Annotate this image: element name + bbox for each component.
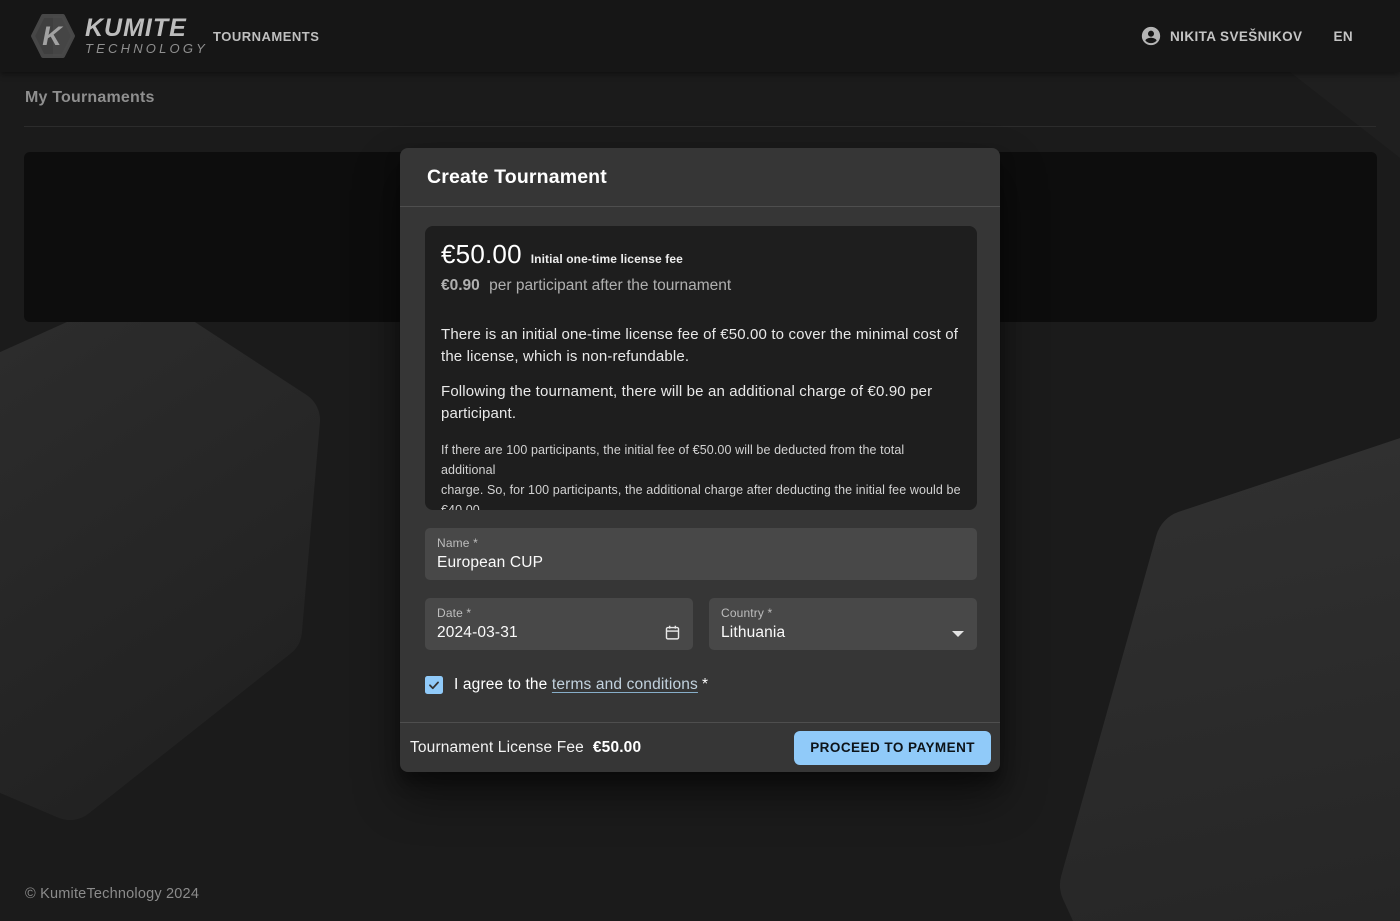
create-tournament-modal: Create Tournament €50.00 Initial one-tim… bbox=[400, 148, 1000, 772]
nav-item-tournaments[interactable]: TOURNAMENTS bbox=[213, 0, 319, 72]
modal-footer: Tournament License Fee €50.00 PROCEED TO… bbox=[400, 722, 1000, 772]
terms-checkbox[interactable] bbox=[425, 676, 443, 694]
required-asterisk: * bbox=[702, 676, 708, 693]
initial-fee-amount: €50.00 bbox=[441, 239, 522, 270]
terms-agreement-prefix: I agree to the bbox=[454, 676, 552, 693]
chevron-down-icon bbox=[952, 631, 964, 637]
nav-item-label: TOURNAMENTS bbox=[213, 29, 319, 44]
brand-wordmark: KUMITE TECHNOLOGY bbox=[85, 16, 208, 57]
date-field[interactable]: Date * 2024-03-31 bbox=[425, 598, 693, 650]
per-participant-amount: €0.90 bbox=[441, 277, 480, 294]
license-fee-value: €50.00 bbox=[593, 739, 641, 757]
fee-paragraph-2: Following the tournament, there will be … bbox=[441, 381, 961, 425]
name-field-label: Name * bbox=[437, 536, 478, 550]
brand-logo[interactable]: K KUMITE TECHNOLOGY bbox=[30, 13, 208, 59]
name-field[interactable]: Name * European CUP bbox=[425, 528, 977, 580]
page-title: My Tournaments bbox=[25, 89, 155, 107]
initial-fee-caption: Initial one-time license fee bbox=[531, 252, 683, 266]
license-fee-info-box: €50.00 Initial one-time license fee €0.9… bbox=[425, 226, 977, 510]
terms-and-conditions-link[interactable]: terms and conditions bbox=[552, 676, 698, 693]
name-field-value: European CUP bbox=[437, 554, 543, 572]
country-select-value: Lithuania bbox=[721, 624, 785, 642]
calendar-icon[interactable] bbox=[664, 624, 681, 641]
user-avatar-icon bbox=[1140, 25, 1162, 47]
country-select[interactable]: Country * Lithuania bbox=[709, 598, 977, 650]
brand-hexagon-icon: K bbox=[30, 13, 76, 59]
tournament-license-fee: Tournament License Fee €50.00 bbox=[409, 739, 641, 757]
background-hexagon-left bbox=[0, 322, 290, 790]
date-field-value: 2024-03-31 bbox=[437, 624, 518, 642]
navbar-right: NIKITA SVEŠNIKOV EN bbox=[1140, 0, 1353, 72]
modal-header: Create Tournament bbox=[400, 148, 1000, 207]
per-participant-caption: per participant after the tournament bbox=[489, 277, 731, 294]
license-fee-label: Tournament License Fee bbox=[410, 739, 584, 757]
checkmark-icon bbox=[427, 678, 441, 692]
language-selector[interactable]: EN bbox=[1333, 29, 1353, 44]
user-menu[interactable]: NIKITA SVEŠNIKOV bbox=[1140, 25, 1302, 47]
per-participant-fee-line: €0.90 per participant after the tourname… bbox=[441, 277, 961, 295]
background-hexagon-top-right bbox=[1290, 72, 1400, 158]
initial-fee-line: €50.00 Initial one-time license fee bbox=[441, 239, 961, 270]
country-select-label: Country * bbox=[721, 606, 772, 620]
terms-agreement-row: I agree to the terms and conditions* bbox=[425, 676, 708, 694]
copyright: © KumiteTechnology 2024 bbox=[25, 886, 199, 902]
proceed-to-payment-button[interactable]: PROCEED TO PAYMENT bbox=[794, 731, 991, 765]
date-field-label: Date * bbox=[437, 606, 471, 620]
brand-name: KUMITE bbox=[85, 16, 208, 41]
brand-subtitle: TECHNOLOGY bbox=[85, 41, 208, 57]
fee-paragraph-1: There is an initial one-time license fee… bbox=[441, 324, 961, 368]
background-hexagon-right bbox=[1095, 455, 1400, 921]
brand-monogram: K bbox=[29, 13, 75, 59]
top-navbar: K KUMITE TECHNOLOGY TOURNAMENTS NIKITA S… bbox=[0, 0, 1400, 72]
modal-title: Create Tournament bbox=[427, 166, 607, 189]
terms-agreement-label: I agree to the terms and conditions* bbox=[454, 676, 708, 694]
title-divider bbox=[24, 126, 1376, 127]
user-name: NIKITA SVEŠNIKOV bbox=[1170, 29, 1302, 44]
fee-paragraph-3: If there are 100 participants, the initi… bbox=[441, 440, 961, 510]
